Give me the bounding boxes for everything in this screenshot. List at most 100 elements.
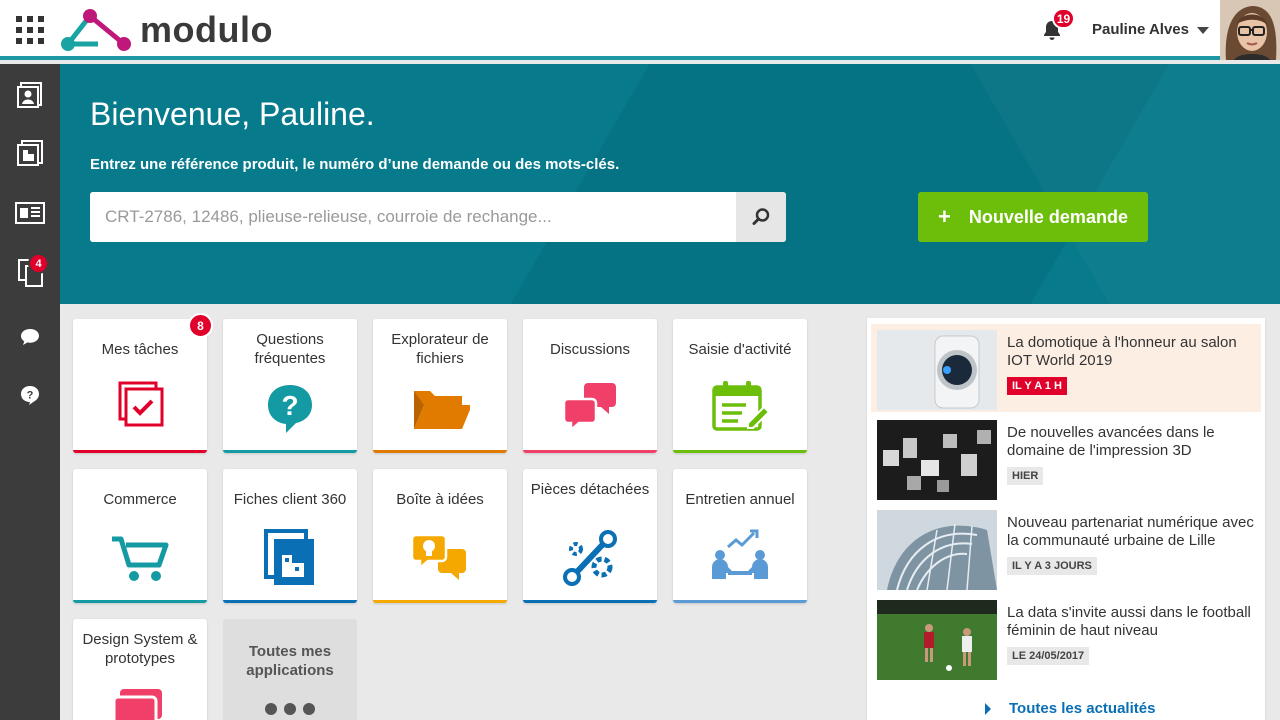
news-thumbnail [877, 600, 997, 680]
logo-mark-icon [61, 9, 131, 51]
app-tile-spare-parts[interactable]: Pièces détachées [523, 469, 657, 603]
tile-accent-bar [73, 450, 207, 453]
svg-text:?: ? [281, 390, 298, 421]
all-news-label: Toutes les actualités [1009, 700, 1156, 717]
news-item[interactable]: La domotique à l'honneur au salon IOT Wo… [871, 324, 1261, 412]
modulo-logo[interactable]: modulo [58, 6, 273, 54]
task-check-icon [118, 381, 164, 427]
faq-question-icon: ? [268, 385, 312, 433]
user-portrait-icon [1220, 0, 1280, 60]
spare-parts-icon [563, 530, 617, 586]
3d-printing-blocks-icon [877, 420, 997, 500]
avatar[interactable] [1220, 0, 1280, 60]
more-dots-icon [265, 703, 315, 715]
caret-right-icon [985, 702, 991, 715]
top-bar: modulo 19 Pauline Alves [0, 0, 1280, 60]
page-title: Bienvenue, Pauline. [90, 96, 375, 132]
sidebar-item-help[interactable]: ? [0, 366, 60, 424]
news-title: La domotique à l'honneur au salon IOT Wo… [1007, 334, 1237, 369]
notifications-badge: 19 [1052, 8, 1075, 29]
app-tile-label: Fiches client 360 [233, 491, 347, 508]
app-tile-label: Entretien annuel [685, 491, 795, 508]
news-item[interactable]: Nouveau partenariat numérique avec la co… [871, 504, 1261, 592]
app-tile-label: Questions fréquentes [254, 331, 326, 367]
app-tile-discussions[interactable]: Discussions [523, 319, 657, 453]
all-news-link[interactable]: Toutes les actualités [985, 700, 1155, 717]
tile-accent-bar [523, 600, 657, 603]
app-tile-activity-entry[interactable]: Saisie d'activité [673, 319, 807, 453]
app-tile-label: Explorateur de fichiers [391, 331, 489, 367]
svg-text:?: ? [27, 390, 34, 402]
search-button[interactable] [736, 192, 786, 242]
search-hint: Entrez une référence produit, le numéro … [90, 156, 620, 173]
plus-icon: + [938, 204, 951, 229]
search-bar [90, 192, 786, 242]
app-tile-file-explorer[interactable]: Explorateur de fichiers [373, 319, 507, 453]
news-thumbnail [877, 330, 997, 410]
news-title: La data s'invite aussi dans le football … [1007, 604, 1251, 639]
design-layers-icon [112, 689, 162, 720]
tile-accent-bar [73, 600, 207, 603]
app-tile-tasks[interactable]: Mes tâches [73, 319, 207, 453]
app-tile-label: Commerce [103, 491, 177, 508]
welcome-banner: Bienvenue, Pauline. Entrez une référence… [60, 64, 1280, 304]
user-name[interactable]: Pauline Alves [1092, 21, 1189, 38]
news-thumbnail [877, 510, 997, 590]
news-item[interactable]: La data s'invite aussi dans le football … [871, 594, 1261, 682]
sidebar-item-companies[interactable] [0, 124, 60, 182]
idea-bubbles-icon [410, 533, 466, 580]
left-sidebar: ? [0, 64, 60, 720]
search-input[interactable] [90, 192, 736, 242]
football-players-icon [877, 600, 997, 680]
new-request-button[interactable]: + Nouvelle demande [918, 192, 1148, 242]
tile-accent-bar [523, 450, 657, 453]
app-tile-design-system[interactable]: Design System & prototypes [73, 619, 207, 720]
app-tile-ideas[interactable]: Boîte à idées [373, 469, 507, 603]
all-applications-label: Toutes mes applications [246, 643, 334, 679]
app-tile-label: Discussions [549, 341, 631, 358]
chat-badge: 4 [28, 253, 49, 274]
sidebar-item-contacts[interactable] [0, 66, 60, 124]
tile-accent-bar [373, 600, 507, 603]
app-tile-client-360[interactable]: Fiches client 360 [223, 469, 357, 603]
news-date-badge: LE 24/05/2017 [1007, 647, 1090, 665]
new-request-label: Nouvelle demande [968, 206, 1128, 227]
news-date-badge: IL Y A 3 JOURS [1007, 557, 1097, 575]
news-date-badge: HIER [1007, 467, 1044, 485]
help-bubble-icon: ? [21, 386, 39, 405]
sidebar-item-chat[interactable] [0, 308, 60, 366]
search-icon [752, 208, 770, 225]
chevron-down-icon[interactable] [1197, 27, 1209, 34]
app-tile-commerce[interactable]: Commerce [73, 469, 207, 603]
building-document-icon [17, 140, 43, 166]
tasks-badge: 8 [188, 313, 213, 338]
sidebar-item-news[interactable] [0, 184, 60, 242]
app-tile-label: Mes tâches [101, 341, 179, 358]
calendar-edit-icon [712, 381, 770, 431]
newspaper-icon [15, 202, 45, 224]
tile-accent-bar [673, 450, 807, 453]
contact-card-icon [17, 82, 42, 108]
chat-bubble-icon [21, 329, 39, 345]
annual-review-icon [712, 529, 768, 579]
app-tile-annual-review[interactable]: Entretien annuel [673, 469, 807, 603]
tile-accent-bar [373, 450, 507, 453]
app-grid-icon[interactable] [16, 16, 44, 44]
news-item[interactable]: De nouvelles avancées dans le domaine de… [871, 414, 1261, 502]
glass-building-icon [877, 510, 997, 590]
news-panel: La domotique à l'honneur au salon IOT Wo… [867, 318, 1265, 720]
news-date-badge: IL Y A 1 H [1007, 377, 1067, 395]
smart-thermostat-icon [877, 330, 997, 410]
tile-accent-bar [673, 600, 807, 603]
news-title: Nouveau partenariat numérique avec la co… [1007, 514, 1254, 549]
app-tile-faq[interactable]: Questions fréquentes ? [223, 319, 357, 453]
logo-text: modulo [140, 9, 273, 50]
app-tile-label: Saisie d'activité [688, 341, 792, 358]
tile-accent-bar [223, 450, 357, 453]
app-tile-label: Pièces détachées [530, 481, 650, 498]
shopping-cart-icon [112, 536, 169, 581]
news-thumbnail [877, 420, 997, 500]
all-applications-button[interactable]: Toutes mes applications [223, 619, 357, 720]
sidebar-item-documents[interactable] [0, 244, 60, 302]
app-tile-label: Design System & prototypes [82, 631, 198, 667]
